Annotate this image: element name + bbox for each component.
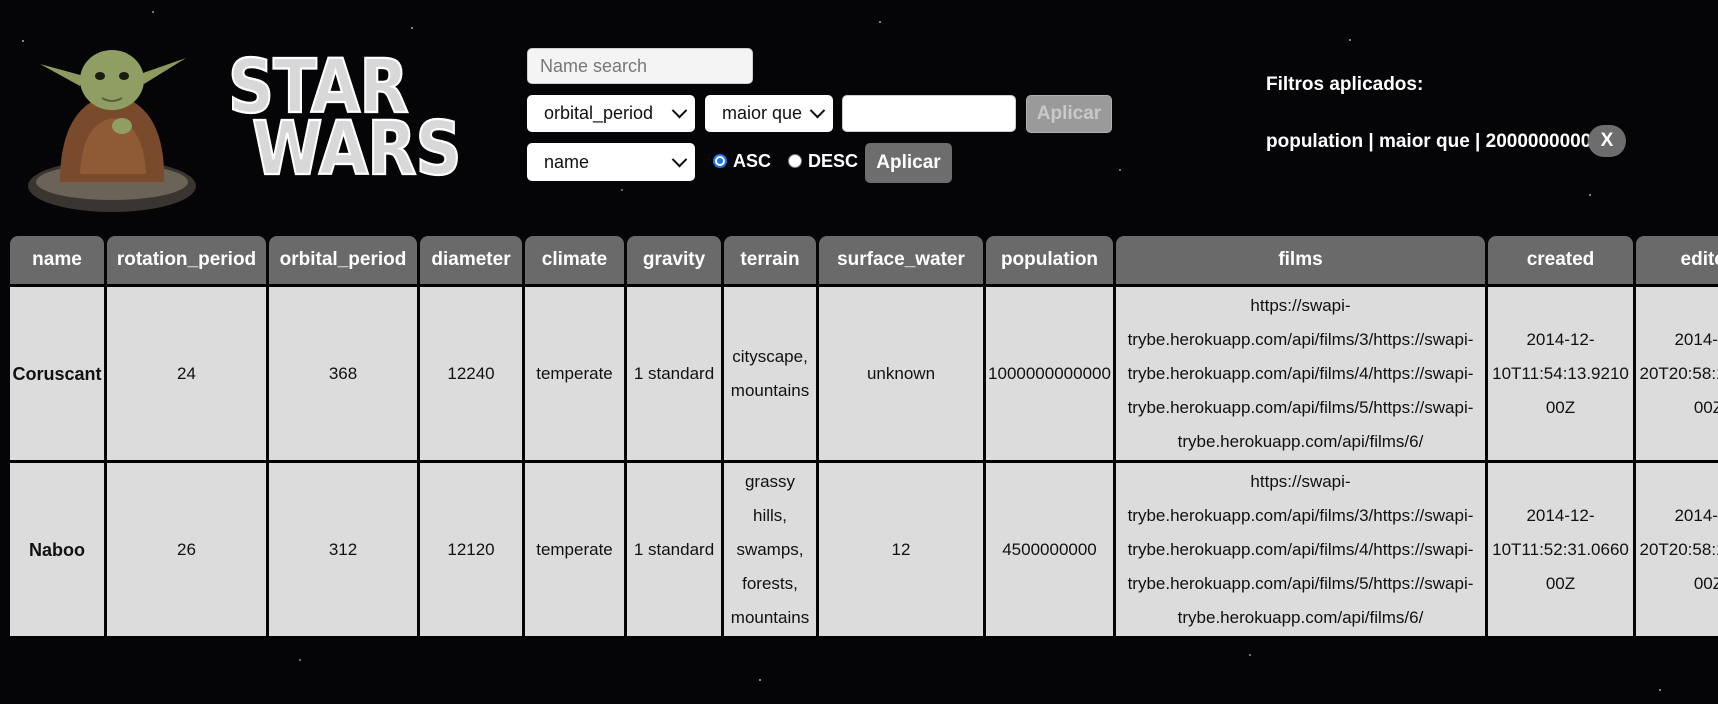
- column-header: diameter: [420, 236, 522, 287]
- column-header: name: [10, 236, 104, 287]
- column-header: surface_water: [819, 236, 983, 287]
- apply-sort-button[interactable]: Aplicar: [865, 143, 952, 183]
- table-cell: temperate: [525, 287, 624, 463]
- apply-filter-button[interactable]: Aplicar: [1026, 95, 1112, 133]
- column-header: rotation_period: [107, 236, 266, 287]
- column-select[interactable]: orbital_period: [527, 95, 695, 132]
- sort-asc-radio[interactable]: ASC: [713, 149, 771, 173]
- table-cell: unknown: [819, 287, 983, 463]
- table-cell: 1 standard: [627, 463, 721, 639]
- table-cell: 12120: [420, 463, 522, 639]
- column-header: population: [986, 236, 1113, 287]
- table-cell: 26: [107, 463, 266, 639]
- applied-filters-title: Filtros aplicados:: [1266, 74, 1424, 95]
- yoda-logo-image: [28, 50, 196, 212]
- applied-filter-text: population | maior que | 2000000000: [1266, 131, 1592, 152]
- table-cell: https://swapi-trybe.herokuapp.com/api/fi…: [1116, 287, 1485, 463]
- sort-asc-label: ASC: [733, 150, 772, 171]
- column-header: gravity: [627, 236, 721, 287]
- remove-filter-button[interactable]: X: [1588, 125, 1626, 157]
- table-cell: 2014-12-20T20:58:18.432000Z: [1636, 287, 1718, 463]
- chevron-down-icon: [671, 151, 688, 167]
- table-row: Naboo 26 312 12120 temperate 1 standard …: [10, 463, 1718, 639]
- column-header: films: [1116, 236, 1485, 287]
- sort-column-select-value: name: [544, 151, 590, 172]
- table-cell: 368: [269, 287, 417, 463]
- table-cell: 312: [269, 463, 417, 639]
- column-header: edited: [1636, 236, 1718, 287]
- planets-table: name rotation_period orbital_period diam…: [7, 236, 1718, 639]
- name-search-input[interactable]: Name search: [527, 48, 753, 84]
- table-cell: 1000000000000: [986, 287, 1113, 463]
- table-cell: 2014-12-10T11:54:13.921000Z: [1488, 287, 1633, 463]
- column-select-value: orbital_period: [544, 103, 654, 123]
- comparison-select[interactable]: maior que: [705, 95, 833, 132]
- radio-unselected-icon: [788, 154, 802, 168]
- value-input[interactable]: [842, 95, 1016, 132]
- table-row: Coruscant 24 368 12240 temperate 1 stand…: [10, 287, 1718, 463]
- column-header: orbital_period: [269, 236, 417, 287]
- star-wars-logo: STAR WARS: [227, 50, 490, 193]
- comparison-select-value: maior que: [722, 103, 803, 123]
- table-header-row: name rotation_period orbital_period diam…: [10, 236, 1718, 287]
- sort-desc-label: DESC: [808, 150, 859, 171]
- table-cell: https://swapi-trybe.herokuapp.com/api/fi…: [1116, 463, 1485, 639]
- table-cell: 12240: [420, 287, 522, 463]
- chevron-down-icon: [809, 102, 826, 119]
- table-cell: temperate: [525, 463, 624, 639]
- radio-selected-icon: [713, 154, 727, 168]
- table-cell: Coruscant: [10, 287, 104, 463]
- column-header: terrain: [724, 236, 816, 287]
- logo-line-2: WARS: [251, 107, 463, 193]
- table-cell: 12: [819, 463, 983, 639]
- table-cell: 4500000000: [986, 463, 1113, 639]
- table-cell: 2014-12-10T11:52:31.066000Z: [1488, 463, 1633, 639]
- sort-column-select[interactable]: name: [527, 143, 695, 181]
- table-cell: 1 standard: [627, 287, 721, 463]
- sort-desc-radio[interactable]: DESC: [788, 149, 858, 173]
- table-cell: 2014-12-20T20:58:18.430000Z: [1636, 463, 1718, 639]
- table-cell: 24: [107, 287, 266, 463]
- table-cell: grassy hills, swamps, forests, mountains: [724, 463, 816, 639]
- table-cell: cityscape, mountains: [724, 287, 816, 463]
- table-cell: Naboo: [10, 463, 104, 639]
- column-header: created: [1488, 236, 1633, 287]
- chevron-down-icon: [671, 102, 688, 119]
- column-header: climate: [525, 236, 624, 287]
